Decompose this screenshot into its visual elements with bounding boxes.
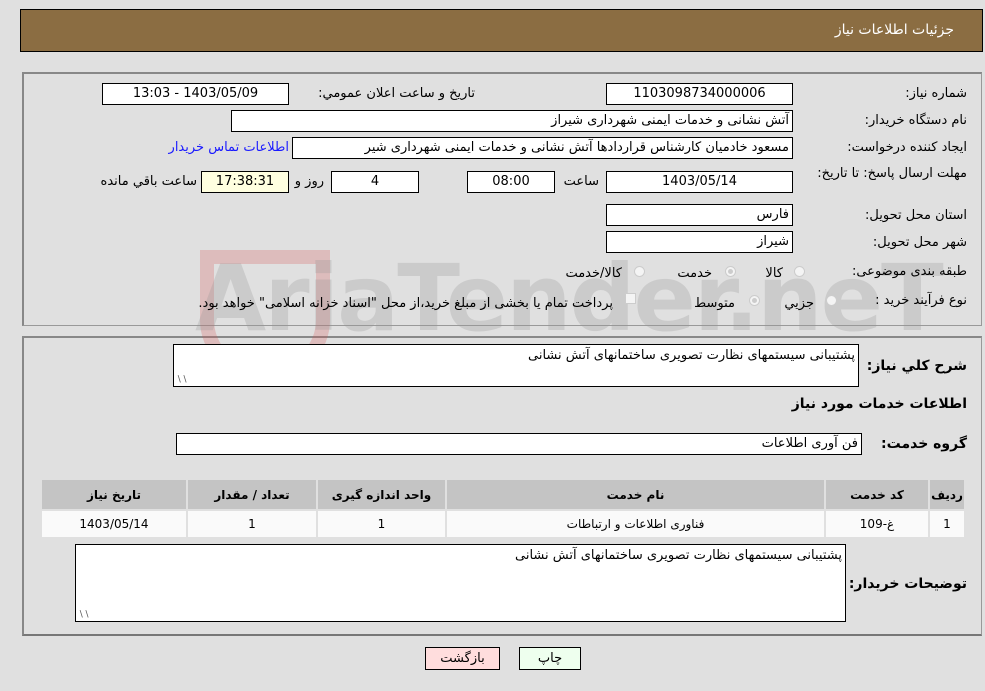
- need-number-field[interactable]: 1103098734000006: [606, 83, 793, 105]
- purchase-option-minor: جزیي: [784, 296, 814, 311]
- service-group-label: گروه خدمت:: [881, 436, 967, 452]
- days-label: روز و: [294, 174, 324, 189]
- cell-service-code: غ-109: [824, 509, 930, 539]
- cell-service-name: فناوری اطلاعات و ارتباطات: [445, 509, 826, 539]
- table-row: 1 غ-109 فناوری اطلاعات و ارتباطات 1 1 14…: [40, 509, 966, 539]
- col-service-code: کد خدمت: [824, 478, 930, 511]
- purchase-radio-minor[interactable]: [826, 295, 837, 306]
- buyer-contact-link[interactable]: اطلاعات تماس خریدار: [169, 140, 289, 155]
- services-section-title: اطلاعات خدمات مورد نیاز: [791, 396, 967, 412]
- service-group-field[interactable]: فن آوری اطلاعات: [176, 433, 862, 455]
- announce-datetime-field[interactable]: 1403/05/09 - 13:03: [102, 83, 289, 105]
- buyer-org-field[interactable]: آتش نشانی و خدمات ایمنی شهرداری شیراز: [231, 110, 793, 132]
- deadline-time-field[interactable]: 08:00: [467, 171, 555, 193]
- summary-text: پشتیبانی سیستمهای نظارت تصویری ساختمانها…: [528, 348, 855, 363]
- deadline-date-field[interactable]: 1403/05/14: [606, 171, 793, 193]
- time-remaining-field: 17:38:31: [201, 171, 289, 193]
- back-button[interactable]: بازگشت: [425, 647, 500, 670]
- print-button[interactable]: چاپ: [519, 647, 581, 670]
- buyer-org-label: نام دستگاه خریدار:: [864, 113, 967, 128]
- category-option-service: خدمت: [677, 266, 712, 281]
- deadline-label: مهلت ارسال پاسخ: تا تاریخ:: [817, 166, 967, 181]
- cell-need-date: 1403/05/14: [40, 509, 188, 539]
- province-label: استان محل تحویل:: [865, 208, 967, 223]
- treasury-checkbox[interactable]: [625, 293, 636, 304]
- col-need-date: تاریخ نیاز: [40, 478, 188, 511]
- need-number-label: شماره نیاز:: [905, 86, 967, 101]
- buyer-notes-textarea[interactable]: پشتیبانی سیستمهای نظارت تصویری ساختمانها…: [75, 544, 846, 622]
- col-unit: واحد اندازه گیری: [316, 478, 447, 511]
- col-quantity: تعداد / مقدار: [186, 478, 318, 511]
- treasury-note: پرداخت تمام یا بخشی از مبلغ خرید،از محل …: [198, 296, 613, 311]
- time-remaining-label: ساعت باقي مانده: [100, 174, 197, 189]
- resize-grip-icon[interactable]: ∖∖: [176, 375, 187, 385]
- purchase-radio-medium[interactable]: [749, 295, 760, 306]
- days-remaining-field[interactable]: 4: [331, 171, 419, 193]
- resize-grip-icon[interactable]: ∖∖: [78, 610, 89, 620]
- deadline-time-label: ساعت: [563, 174, 599, 189]
- summary-textarea[interactable]: پشتیبانی سیستمهای نظارت تصویری ساختمانها…: [173, 344, 859, 387]
- table-header-row: ردیف کد خدمت نام خدمت واحد اندازه گیری ت…: [40, 478, 966, 511]
- buyer-notes-label: توضیحات خریدار:: [848, 576, 967, 592]
- page-title: جزئیات اطلاعات نیاز: [834, 22, 954, 38]
- col-row-number: ردیف: [928, 478, 966, 511]
- category-option-goods: کالا: [765, 266, 783, 281]
- cell-unit: 1: [316, 509, 447, 539]
- city-label: شهر محل تحویل:: [872, 235, 967, 250]
- purchase-type-label: نوع فرآیند خرید :: [875, 293, 967, 308]
- page-header: جزئیات اطلاعات نیاز: [20, 9, 983, 52]
- province-field[interactable]: فارس: [606, 204, 793, 226]
- col-service-name: نام خدمت: [445, 478, 826, 511]
- summary-label: شرح کلي نیاز:: [866, 358, 967, 374]
- city-field[interactable]: شیراز: [606, 231, 793, 253]
- category-radio-goods[interactable]: [794, 266, 805, 277]
- cell-row-number: 1: [928, 509, 966, 539]
- requester-field[interactable]: مسعود خادمیان کارشناس قراردادها آتش نشان…: [292, 137, 793, 159]
- cell-quantity: 1: [186, 509, 318, 539]
- category-label: طبقه بندی موضوعی:: [851, 264, 967, 279]
- announce-datetime-label: تاریخ و ساعت اعلان عمومي:: [318, 86, 475, 101]
- category-radio-goods-service[interactable]: [634, 266, 645, 277]
- requester-label: ایجاد کننده درخواست:: [847, 140, 967, 155]
- purchase-option-medium: متوسط: [694, 296, 735, 311]
- buyer-notes-text: پشتیبانی سیستمهای نظارت تصویری ساختمانها…: [515, 548, 842, 563]
- category-option-goods-service: کالا/خدمت: [565, 266, 622, 281]
- category-radio-service[interactable]: [725, 266, 736, 277]
- services-table: ردیف کد خدمت نام خدمت واحد اندازه گیری ت…: [40, 478, 966, 539]
